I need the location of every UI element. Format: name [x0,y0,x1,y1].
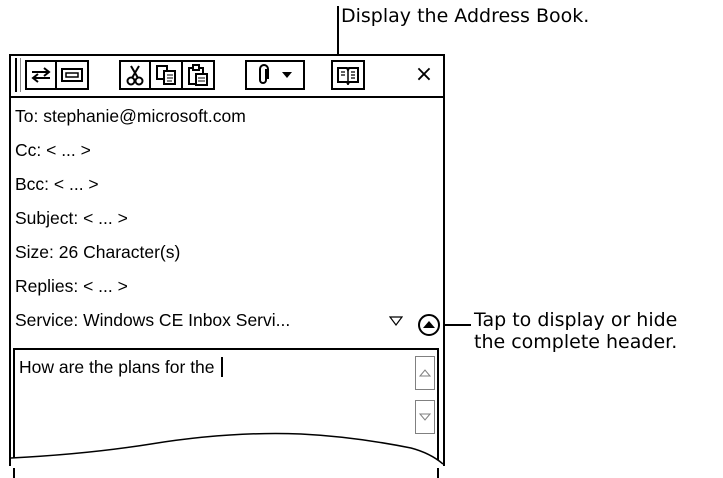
header-toggle-leader-line [441,324,471,326]
copy-icon [156,65,176,85]
header-toggle-callout-line1: Tap to display or hide [474,309,678,331]
properties-button[interactable] [55,60,89,90]
scroll-down-icon [419,413,431,421]
close-button[interactable]: × [407,60,441,90]
subject-field[interactable]: Subject: < ... > [15,208,128,228]
send-receive-icon [31,67,51,83]
scroll-up-icon [419,369,431,377]
header-toggle-callout-line2: the complete header. [474,331,678,353]
attachment-icon [259,64,269,84]
header-toggle-button[interactable] [418,314,440,336]
properties-icon [61,68,83,82]
to-field[interactable]: To: stephanie@microsoft.com [15,106,246,126]
attachment-button[interactable] [245,60,305,90]
copy-button[interactable] [149,60,183,90]
close-icon: × [414,62,434,87]
send-receive-button[interactable] [25,60,57,90]
toolbar-grip[interactable] [15,58,21,92]
address-book-icon [337,67,359,85]
size-info: Size: 26 Character(s) [15,242,181,262]
cut-button[interactable] [119,60,151,90]
service-dropdown-icon[interactable] [389,316,403,326]
address-book-button[interactable] [331,60,365,90]
bcc-field[interactable]: Bcc: < ... > [15,174,99,194]
address-book-callout: Display the Address Book. [341,5,590,27]
replies-field[interactable]: Replies: < ... > [15,276,128,296]
paste-icon [188,64,208,86]
torn-edge [11,432,443,468]
toolbar: × [11,56,443,98]
scroll-up-button[interactable] [415,356,435,390]
address-book-leader-line [337,6,339,54]
text-cursor [220,357,223,377]
cc-field[interactable]: Cc: < ... > [15,140,91,160]
collapse-arrow-icon [423,321,435,328]
service-field[interactable]: Service: Windows CE Inbox Servi... [15,310,290,330]
paste-button[interactable] [181,60,215,90]
cut-icon [126,65,144,86]
message-text[interactable]: How are the plans for the [19,357,223,377]
dropdown-arrow-icon [282,72,292,78]
compose-window: × To: stephanie@microsoft.com Cc: < ... … [9,54,445,478]
